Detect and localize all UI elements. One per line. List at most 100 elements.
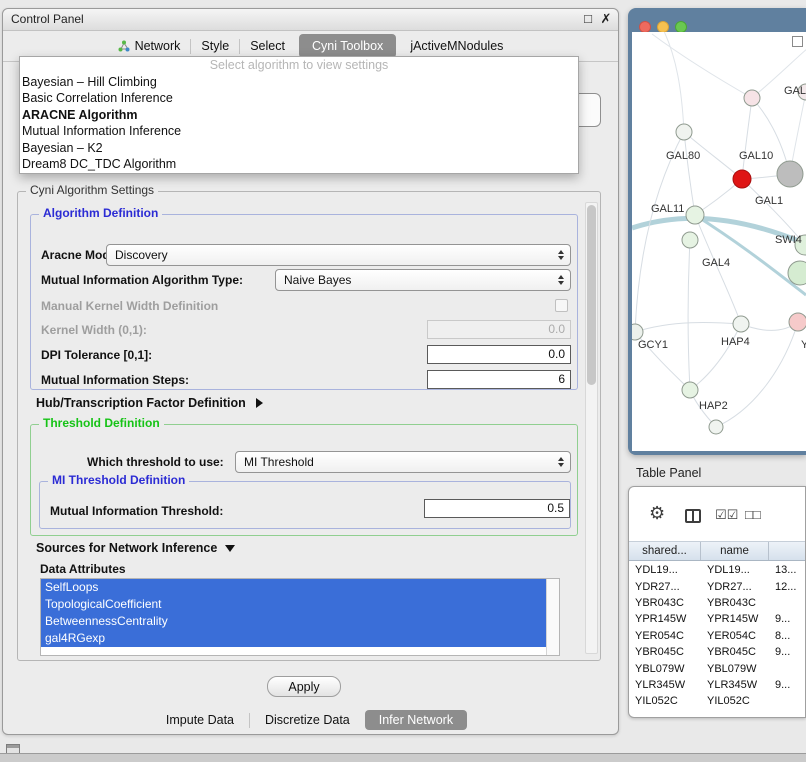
hub-definition-expander[interactable]: Hub/Transcription Factor Definition [36, 396, 263, 410]
table-row[interactable]: YIL052CYIL052C [629, 693, 805, 709]
network-node[interactable] [676, 124, 692, 140]
combo-arrows-icon [554, 250, 570, 260]
mi-steps-label: Mutual Information Steps: [41, 373, 189, 388]
show-columns-icon[interactable] [685, 509, 701, 523]
table-row[interactable]: YBR045CYBR045C9... [629, 644, 805, 660]
sources-expander[interactable]: Sources for Network Inference [36, 541, 235, 555]
mi-threshold-definition-title: MI Threshold Definition [48, 473, 189, 487]
tab-network[interactable]: Network [108, 34, 191, 58]
float-window-icon[interactable]: □ [580, 11, 596, 26]
manual-kernel-checkbox[interactable] [555, 299, 568, 312]
list-scrollbar[interactable] [546, 579, 559, 655]
data-attributes-list[interactable]: SelfLoopsTopologicalCoefficientBetweenne… [40, 578, 560, 656]
table-row[interactable]: YDR27...YDR27...12... [629, 578, 805, 594]
network-node[interactable] [789, 313, 806, 331]
network-scroll-box[interactable] [792, 36, 803, 47]
network-canvas[interactable]: GAL80GAL10GAL11GAL1SWI4GAL4GCY1HAP4HAP2G… [632, 32, 806, 451]
deselect-all-icon[interactable]: □□ [745, 507, 761, 522]
network-node[interactable] [682, 232, 698, 248]
algorithm-option[interactable]: Mutual Information Inference [20, 123, 578, 140]
table-cell: 8... [769, 630, 805, 642]
table-row[interactable]: YBL079WYBL079W [629, 660, 805, 676]
scrollbar-thumb[interactable] [587, 205, 596, 385]
algorithm-dropdown-list: Select algorithm to view settings Bayesi… [19, 56, 579, 174]
table-cell: YLR345W [701, 679, 769, 691]
algorithm-option[interactable]: Bayesian – Hill Climbing [20, 74, 578, 91]
tab-jactivemodules[interactable]: jActiveMNodules [400, 34, 513, 58]
network-edge[interactable] [742, 98, 752, 179]
network-node[interactable] [632, 324, 643, 340]
apply-button[interactable]: Apply [267, 676, 341, 697]
desktop: Control Panel □ ✗ Network Style [0, 0, 806, 762]
attribute-list-item[interactable]: TopologicalCoefficient [41, 596, 546, 613]
table-row[interactable]: YBR043CYBR043C [629, 595, 805, 611]
algorithm-option[interactable]: Bayesian – K2 [20, 140, 578, 157]
table-cell: YER054C [701, 630, 769, 642]
network-node[interactable] [709, 420, 723, 434]
column-header-shared-name[interactable]: shared... [629, 542, 701, 560]
table-settings-gear-icon[interactable]: ⚙ [649, 504, 665, 522]
network-edge[interactable] [690, 324, 741, 390]
network-node[interactable] [733, 316, 749, 332]
node-label: GAL10 [739, 150, 773, 162]
threshold-definition-group: Threshold Definition Which threshold to … [30, 424, 578, 536]
table-cell: YDL19... [701, 564, 769, 576]
control-panel-window: Control Panel □ ✗ Network Style [2, 8, 619, 735]
column-header-extra[interactable] [769, 542, 805, 560]
mi-threshold-label: Mutual Information Threshold: [50, 504, 223, 519]
tab-label: Discretize Data [265, 713, 350, 727]
hub-definition-label: Hub/Transcription Factor Definition [36, 396, 246, 410]
table-row[interactable]: YER054CYER054C8... [629, 628, 805, 644]
kernel-width-field[interactable]: 0.0 [427, 320, 571, 339]
table-cell: 12... [769, 581, 805, 593]
close-window-icon[interactable]: ✗ [598, 11, 614, 27]
network-edge[interactable] [662, 32, 684, 132]
aracne-mode-select[interactable]: Discovery [106, 244, 571, 266]
tab-cyni-toolbox[interactable]: Cyni Toolbox [299, 34, 396, 58]
settings-group-title: Cyni Algorithm Settings [26, 183, 158, 197]
table-cell: YDR27... [629, 581, 701, 593]
network-node[interactable] [744, 90, 760, 106]
table-row[interactable]: YPR145WYPR145W9... [629, 611, 805, 627]
window-title: Control Panel [11, 9, 84, 30]
tab-discretize-data[interactable]: Discretize Data [253, 710, 362, 730]
attribute-list-item[interactable]: gal4RGexp [41, 630, 546, 647]
algorithm-definition-group: Algorithm Definition Aracne Mode: Discov… [30, 214, 578, 390]
tab-style[interactable]: Style [191, 34, 239, 58]
tab-label: Impute Data [166, 713, 234, 727]
algorithm-option[interactable]: Basic Correlation Inference [20, 90, 578, 107]
node-label: GAL11 [651, 203, 684, 215]
table-cell: YBR043C [701, 597, 769, 609]
table-row[interactable]: YLR345WYLR345W9... [629, 677, 805, 693]
table-cell: 13... [769, 564, 805, 576]
settings-scrollbar[interactable] [585, 202, 598, 654]
tab-select[interactable]: Select [240, 34, 295, 58]
mi-type-select[interactable]: Naive Bayes [275, 269, 571, 291]
network-node[interactable] [777, 161, 803, 187]
attribute-list-item[interactable]: SelfLoops [41, 579, 546, 596]
mi-steps-field[interactable]: 6 [427, 370, 571, 389]
algorithm-option[interactable]: ARACNE Algorithm [20, 107, 578, 124]
table-cell: 9... [769, 613, 805, 625]
network-edge[interactable] [684, 132, 695, 215]
table-row[interactable]: YDL19...YDL19...13... [629, 562, 805, 578]
which-threshold-select[interactable]: MI Threshold [235, 451, 571, 473]
network-node[interactable] [686, 206, 704, 224]
network-edge[interactable] [652, 34, 752, 98]
dpi-tolerance-field[interactable]: 0.0 [427, 345, 571, 364]
network-node[interactable] [682, 382, 698, 398]
tab-impute-data[interactable]: Impute Data [154, 710, 246, 730]
column-header-name[interactable]: name [701, 542, 769, 560]
tab-infer-network[interactable]: Infer Network [365, 710, 467, 730]
select-all-icon[interactable]: ☑☑ [715, 507, 738, 523]
table-cell: YPR145W [629, 613, 701, 625]
network-canvas-area: GAL80GAL10GAL11GAL1SWI4GAL4GCY1HAP4HAP2G… [632, 32, 806, 451]
network-node[interactable] [733, 170, 751, 188]
combo-arrows-icon [554, 457, 570, 467]
attribute-list-item[interactable]: BetweennessCentrality [41, 613, 546, 630]
network-edge[interactable] [688, 240, 690, 390]
network-edge[interactable] [635, 132, 684, 332]
which-threshold-value: MI Threshold [236, 455, 554, 469]
algorithm-option[interactable]: Dream8 DC_TDC Algorithm [20, 156, 578, 173]
mi-threshold-field[interactable]: 0.5 [424, 499, 570, 518]
